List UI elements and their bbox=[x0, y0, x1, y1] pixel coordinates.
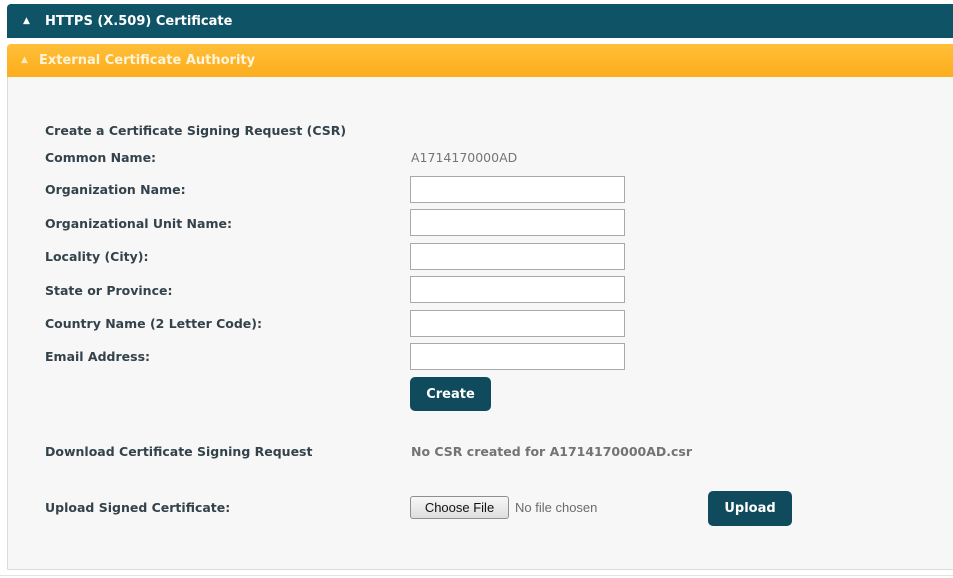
email-input[interactable] bbox=[410, 343, 625, 370]
country-input[interactable] bbox=[410, 310, 625, 337]
chevron-up-icon[interactable]: ▲ bbox=[21, 56, 31, 65]
upload-button[interactable]: Upload bbox=[708, 491, 792, 526]
download-csr-label: Download Certificate Signing Request bbox=[45, 444, 313, 459]
common-name-label: Common Name: bbox=[45, 150, 157, 165]
locality-input[interactable] bbox=[410, 243, 625, 270]
certificate-header[interactable]: ▲ HTTPS (X.509) Certificate bbox=[7, 4, 953, 38]
country-label: Country Name (2 Letter Code): bbox=[45, 316, 262, 331]
organization-name-label: Organization Name: bbox=[45, 182, 186, 197]
csr-heading: Create a Certificate Signing Request (CS… bbox=[45, 123, 347, 138]
choose-file-button[interactable]: Choose File bbox=[410, 496, 509, 519]
state-input[interactable] bbox=[410, 276, 625, 303]
chevron-up-icon[interactable]: ▲ bbox=[23, 16, 35, 26]
download-csr-status: No CSR created for A1714170000AD.csr bbox=[411, 444, 693, 459]
organizational-unit-input[interactable] bbox=[410, 209, 625, 236]
organization-name-input[interactable] bbox=[410, 176, 625, 203]
header-title: HTTPS (X.509) Certificate bbox=[45, 13, 233, 29]
upload-certificate-label: Upload Signed Certificate: bbox=[45, 500, 231, 515]
section-title: External Certificate Authority bbox=[39, 53, 256, 68]
locality-label: Locality (City): bbox=[45, 249, 149, 264]
common-name-value: A1714170000AD bbox=[411, 150, 518, 165]
divider bbox=[0, 575, 953, 576]
create-button[interactable]: Create bbox=[410, 377, 491, 411]
external-ca-section-header[interactable]: ▲ External Certificate Authority bbox=[7, 44, 953, 77]
organizational-unit-label: Organizational Unit Name: bbox=[45, 216, 232, 231]
email-label: Email Address: bbox=[45, 349, 151, 364]
file-chosen-status: No file chosen bbox=[515, 500, 598, 515]
state-label: State or Province: bbox=[45, 283, 173, 298]
